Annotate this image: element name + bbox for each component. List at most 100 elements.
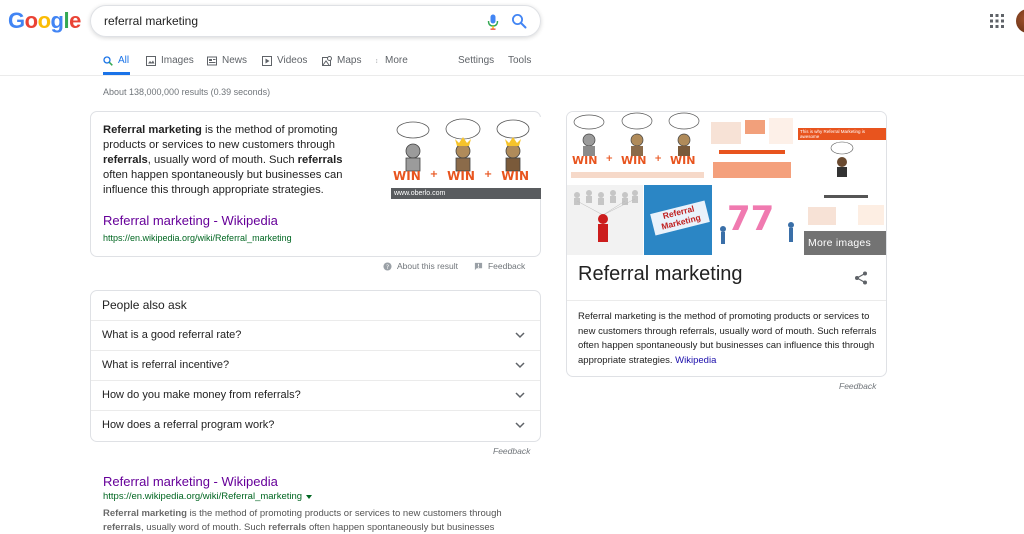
knowledge-panel-title: Referral marketing — [578, 263, 743, 285]
search-icon[interactable] — [511, 13, 527, 29]
desc-bold: referrals — [103, 522, 142, 533]
tab-label: All — [118, 55, 130, 66]
referral-marketing-banner: Referral Marketing — [650, 200, 710, 236]
active-tab-indicator — [103, 72, 130, 75]
snippet-result-link[interactable]: Referral marketing - Wikipedia — [103, 213, 278, 228]
plus-sign: + — [429, 169, 439, 180]
desc-bold: Referral marketing — [103, 508, 187, 519]
account-avatar[interactable] — [1016, 9, 1024, 33]
snippet-span: often happen spontaneously but businesse… — [103, 169, 343, 196]
win-row: WIN + WIN + WIN — [572, 154, 695, 167]
question-circle-icon: ? — [383, 261, 392, 270]
result-title-link[interactable]: Referral marketing - Wikipedia — [103, 474, 278, 489]
snippet-footer: ? About this result Feedback — [383, 261, 525, 271]
description-text: Referral marketing is the method of prom… — [578, 311, 877, 366]
search-tabs: All Images News Videos Maps More Setting… — [0, 50, 1024, 76]
tab-images[interactable]: Images — [146, 55, 194, 66]
result-description: Referral marketing is the method of prom… — [103, 507, 503, 534]
dropdown-arrow-icon[interactable] — [306, 494, 313, 499]
win-label: WIN — [501, 169, 530, 183]
chevron-down-icon — [515, 392, 525, 399]
logo-letter: o — [37, 8, 51, 33]
knowledge-panel-description: Referral marketing is the method of prom… — [578, 310, 878, 368]
desc-bold: referrals — [268, 522, 307, 533]
search-input[interactable]: referral marketing — [104, 14, 198, 28]
search-box[interactable]: referral marketing — [90, 5, 541, 37]
divider — [567, 300, 886, 301]
logo-letter: o — [24, 8, 38, 33]
tab-news[interactable]: News — [207, 55, 247, 66]
paa-question[interactable]: How do you make money from referrals? — [91, 380, 540, 410]
win-label: WIN — [447, 169, 475, 183]
people-also-ask: People also ask What is a good referral … — [90, 290, 541, 442]
snippet-image[interactable]: WIN + WIN + WIN www.oberlo.com — [391, 117, 541, 199]
map-icon — [322, 55, 332, 66]
win-label: WIN — [620, 154, 647, 167]
image-tile[interactable]: 77 — [713, 185, 803, 255]
tab-label: Tools — [508, 55, 532, 66]
result-url-text: https://en.wikipedia.org/wiki/Referral_m… — [103, 491, 303, 502]
snippet-text: Referral marketing is the method of prom… — [103, 123, 365, 198]
snippet-span: , usually word of mouth. Such — [147, 154, 298, 166]
desc-span: is the method of promoting products or s… — [186, 508, 502, 519]
snippet-bold: Referral marketing — [103, 124, 202, 136]
win-label: WIN — [393, 169, 421, 183]
logo-letter: G — [8, 8, 25, 33]
svg-text:?: ? — [386, 263, 389, 270]
share-icon[interactable] — [854, 271, 868, 285]
knowledge-panel-images: WIN + WIN + WIN This is why Referral Mar… — [567, 112, 886, 255]
chevron-down-icon — [515, 362, 525, 369]
tab-label: Settings — [458, 55, 495, 66]
win-label: WIN — [572, 154, 598, 167]
paa-question[interactable]: What is referral incentive? — [91, 350, 540, 380]
paa-question[interactable]: What is a good referral rate? — [91, 320, 540, 350]
knowledge-panel: WIN + WIN + WIN This is why Referral Mar… — [566, 111, 887, 377]
person-illustration-icon — [830, 141, 854, 177]
image-tile[interactable] — [709, 112, 795, 184]
snippet-bold: referrals — [297, 154, 343, 166]
image-tile[interactable]: WIN + WIN + WIN — [567, 112, 708, 184]
tab-label: Maps — [337, 55, 362, 66]
tab-label: More — [385, 55, 408, 66]
snippet-result-url[interactable]: https://en.wikipedia.org/wiki/Referral_m… — [103, 233, 292, 243]
tab-more[interactable]: More — [376, 55, 408, 66]
snippet-bold: referrals — [103, 154, 148, 166]
tab-settings[interactable]: Settings — [458, 55, 494, 66]
tab-all[interactable]: All — [103, 55, 129, 66]
play-icon — [262, 55, 272, 66]
logo-letter: g — [50, 8, 64, 33]
image-icon — [146, 55, 156, 66]
newspaper-icon — [207, 56, 217, 65]
knowledge-panel-feedback[interactable]: Feedback — [839, 381, 876, 391]
wikipedia-link[interactable]: Wikipedia — [675, 355, 716, 366]
paa-feedback[interactable]: Feedback — [493, 446, 530, 456]
search-icon — [103, 55, 113, 66]
image-tile[interactable]: This is why Referral Marketing is awesom… — [796, 112, 886, 184]
microphone-icon[interactable] — [487, 14, 499, 30]
paa-question-text: How does a referral program work? — [102, 419, 275, 431]
plus-sign: + — [483, 169, 493, 180]
image-tile[interactable]: Referral Marketing — [644, 185, 712, 255]
plus-sign: + — [605, 154, 613, 164]
tab-label: News — [222, 55, 248, 66]
paa-question[interactable]: How does a referral program work? — [91, 410, 540, 440]
more-images-button[interactable]: More images — [804, 231, 886, 255]
tab-tools[interactable]: Tools — [508, 55, 531, 66]
apps-grid-icon[interactable] — [990, 14, 1004, 28]
paa-question-text: How do you make money from referrals? — [102, 389, 301, 401]
paa-title: People also ask — [102, 298, 187, 312]
result-url[interactable]: https://en.wikipedia.org/wiki/Referral_m… — [103, 491, 313, 502]
tab-videos[interactable]: Videos — [262, 55, 307, 66]
result-stats: About 138,000,000 results (0.39 seconds) — [103, 87, 271, 97]
paa-question-text: What is a good referral rate? — [102, 329, 242, 341]
image-caption: www.oberlo.com — [391, 188, 541, 199]
tab-label: Videos — [277, 55, 308, 66]
snippet-feedback[interactable]: Feedback — [474, 261, 525, 271]
tab-maps[interactable]: Maps — [322, 55, 361, 66]
image-tile[interactable] — [567, 185, 643, 255]
person-illustration-icon — [720, 222, 794, 244]
google-logo[interactable]: Google — [8, 8, 81, 34]
win-row: WIN + WIN + WIN — [393, 169, 541, 183]
desc-span: , usually word of mouth. Such — [141, 522, 269, 533]
about-this-result[interactable]: ? About this result — [383, 261, 458, 271]
